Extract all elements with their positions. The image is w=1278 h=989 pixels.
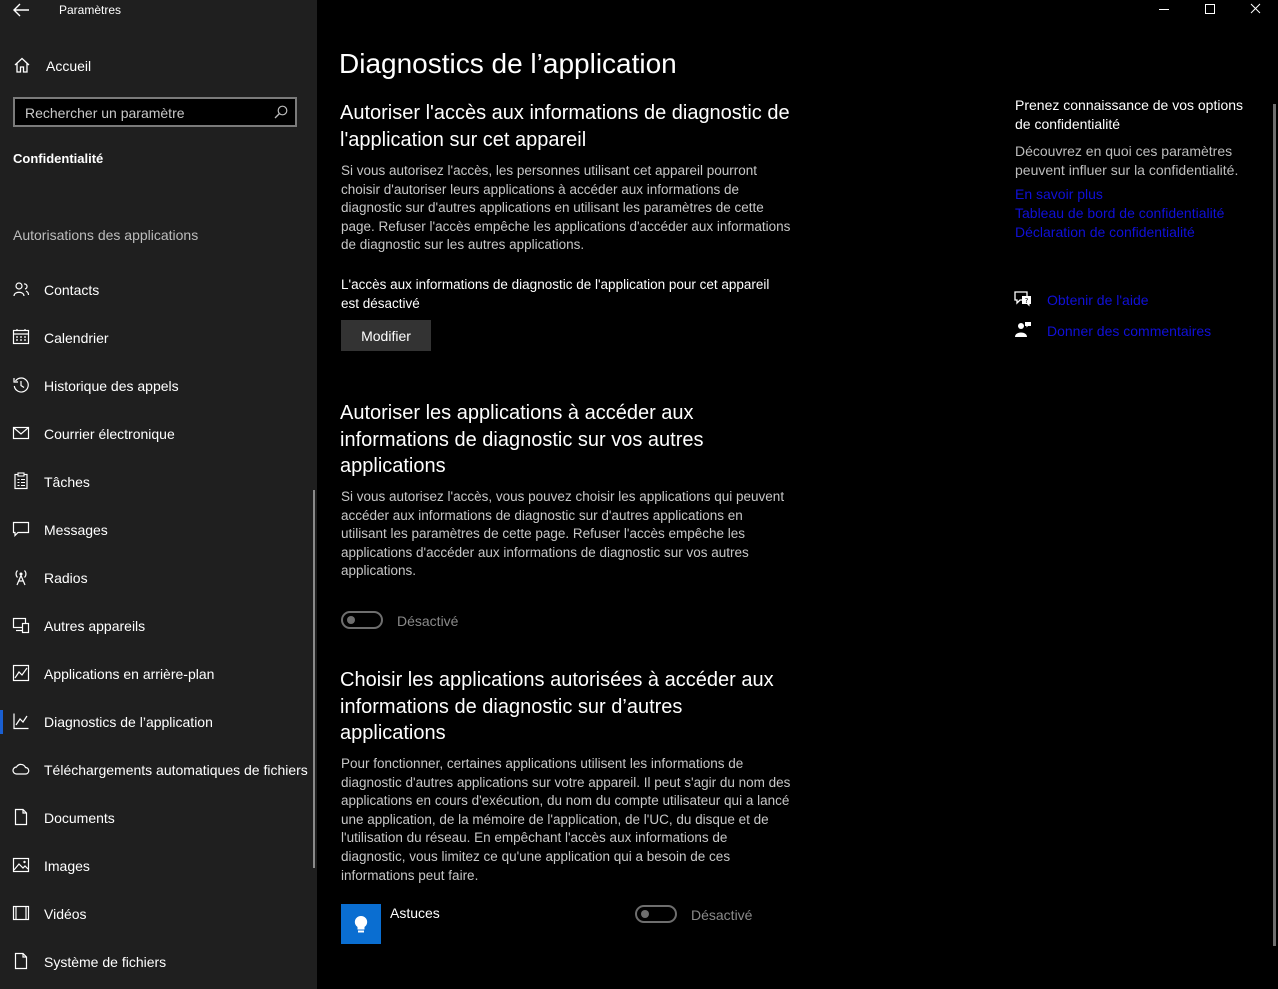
- modify-button[interactable]: Modifier: [341, 320, 431, 351]
- search-input[interactable]: [25, 104, 265, 122]
- get-help-action[interactable]: ? Obtenir de l'aide: [1013, 289, 1273, 313]
- sidebar-item-home-label: Accueil: [46, 58, 92, 74]
- help-chat-icon: ?: [1013, 289, 1033, 314]
- sidebar-item-contacts[interactable]: Contacts: [0, 266, 312, 314]
- privacy-statement-link[interactable]: Déclaration de confidentialité: [1015, 224, 1195, 240]
- privacy-options-description: Découvrez en quoi ces paramètres peuvent…: [1015, 143, 1239, 178]
- back-arrow-icon: [13, 3, 29, 17]
- sidebar-item-label: Vidéos: [44, 906, 87, 922]
- sidebar-item-call-history[interactable]: Historique des appels: [0, 362, 312, 410]
- section-description-choose-apps: Pour fonctionner, certaines applications…: [341, 756, 791, 883]
- sidebar-item-label: Calendrier: [44, 330, 109, 346]
- section-heading-choose-apps: Choisir les applications autorisées à ac…: [340, 669, 774, 744]
- video-icon: [12, 904, 30, 922]
- allow-apps-toggle[interactable]: [341, 611, 383, 629]
- sidebar-item-other-devices[interactable]: Autres appareils: [0, 602, 312, 650]
- sidebar-item-file-system[interactable]: Système de fichiers: [0, 938, 312, 986]
- image-icon: [12, 856, 30, 874]
- window-title: Paramètres: [59, 3, 122, 17]
- sidebar-item-label: Documents: [44, 810, 115, 826]
- sidebar-item-radios[interactable]: Radios: [0, 554, 312, 602]
- svg-text:?: ?: [1025, 297, 1029, 305]
- app-name-astuces: Astuces: [390, 905, 440, 921]
- device-access-status: L'accès aux informations de diagnostic d…: [341, 277, 770, 311]
- main-scrollbar[interactable]: [1273, 104, 1276, 946]
- sidebar-nav-list: Contacts Calendrier Historique des appel…: [0, 266, 317, 986]
- privacy-dashboard-link[interactable]: Tableau de bord de confidentialité: [1015, 205, 1224, 221]
- give-feedback-action[interactable]: Donner des commentaires: [1013, 320, 1273, 344]
- section-heading-allow-apps: Autoriser les applications à accéder aux…: [340, 402, 704, 477]
- section-description-allow-apps: Si vous autorisez l'accès, vous pouvez c…: [341, 489, 785, 579]
- sidebar-item-label: Contacts: [44, 282, 100, 298]
- sidebar-item-calendar[interactable]: Calendrier: [0, 314, 312, 362]
- close-button[interactable]: [1232, 0, 1278, 20]
- sidebar-item-app-diagnostics[interactable]: Diagnostics de l’application: [0, 698, 312, 746]
- sidebar-item-images[interactable]: Images: [0, 842, 312, 890]
- calendar-icon: [12, 328, 30, 346]
- sidebar-item-label: Tâches: [44, 474, 90, 490]
- maximize-button[interactable]: [1187, 0, 1233, 20]
- radio-icon: [12, 568, 30, 586]
- sidebar: Paramètres Accueil Confidentialité Autor…: [0, 0, 317, 989]
- toggle-knob: [347, 616, 355, 624]
- maximize-icon: [1205, 4, 1215, 14]
- sidebar-item-tasks[interactable]: Tâches: [0, 458, 312, 506]
- devices-icon: [12, 616, 30, 634]
- section-heading-device-access: Autoriser l'accès aux informations de di…: [340, 102, 790, 151]
- sidebar-item-label: Messages: [44, 522, 108, 538]
- sidebar-item-background-apps[interactable]: Applications en arrière-plan: [0, 650, 312, 698]
- sidebar-item-automatic-downloads[interactable]: Téléchargements automatiques de fichiers: [0, 746, 312, 794]
- get-help-label: Obtenir de l'aide: [1047, 292, 1149, 308]
- cloud-icon: [12, 760, 30, 778]
- allow-apps-toggle-label: Désactivé: [397, 613, 459, 629]
- sidebar-item-label: Courrier électronique: [44, 426, 175, 442]
- sidebar-item-documents[interactable]: Documents: [0, 794, 312, 842]
- sidebar-item-videos[interactable]: Vidéos: [0, 890, 312, 938]
- back-button[interactable]: [11, 1, 31, 19]
- call-history-icon: [12, 376, 30, 394]
- minimize-icon: [1159, 9, 1169, 10]
- sidebar-item-home[interactable]: Accueil: [0, 52, 317, 80]
- sidebar-item-label: Téléchargements automatiques de fichiers: [44, 762, 308, 778]
- diagnostics-icon: [12, 712, 30, 730]
- mail-icon: [12, 424, 30, 442]
- give-feedback-label: Donner des commentaires: [1047, 323, 1212, 339]
- sidebar-item-mail[interactable]: Courrier électronique: [0, 410, 312, 458]
- sidebar-item-label: Radios: [44, 570, 88, 586]
- lightbulb-icon: [354, 915, 368, 933]
- app-astuces-toggle[interactable]: [635, 905, 677, 923]
- sidebar-item-label: Images: [44, 858, 90, 874]
- sidebar-item-label: Diagnostics de l’application: [44, 714, 213, 730]
- search-icon[interactable]: [274, 105, 288, 124]
- privacy-options-title: Prenez connaissance de vos options de co…: [1015, 97, 1244, 132]
- sidebar-item-label: Système de fichiers: [44, 954, 167, 970]
- document-icon: [12, 808, 30, 826]
- sidebar-item-label: Autres appareils: [44, 618, 146, 634]
- sidebar-scrollbar[interactable]: [313, 490, 315, 868]
- file-system-icon: [12, 952, 30, 970]
- learn-more-link[interactable]: En savoir plus: [1015, 186, 1103, 202]
- close-icon: [1250, 3, 1261, 14]
- background-apps-icon: [12, 664, 30, 682]
- toggle-knob: [641, 910, 649, 918]
- sidebar-item-messages[interactable]: Messages: [0, 506, 312, 554]
- group-title: Autorisations des applications: [13, 227, 199, 243]
- tasks-icon: [12, 472, 30, 490]
- app-astuces-toggle-label: Désactivé: [691, 907, 753, 923]
- section-description-device-access: Si vous autorisez l'accès, les personnes…: [341, 163, 791, 253]
- app-tile-astuces: [341, 904, 381, 944]
- feedback-icon: [1013, 320, 1033, 345]
- messages-icon: [12, 520, 30, 538]
- sidebar-item-label: Historique des appels: [44, 378, 179, 394]
- section-title: Confidentialité: [13, 151, 104, 166]
- minimize-button[interactable]: [1141, 0, 1187, 20]
- search-box[interactable]: [13, 97, 297, 127]
- title-bar: Paramètres: [0, 0, 317, 22]
- active-indicator: [0, 710, 3, 734]
- page-title: Diagnostics de l’application: [339, 48, 677, 79]
- home-icon: [13, 56, 31, 79]
- sidebar-item-label: Applications en arrière-plan: [44, 666, 215, 682]
- contacts-icon: [12, 280, 30, 298]
